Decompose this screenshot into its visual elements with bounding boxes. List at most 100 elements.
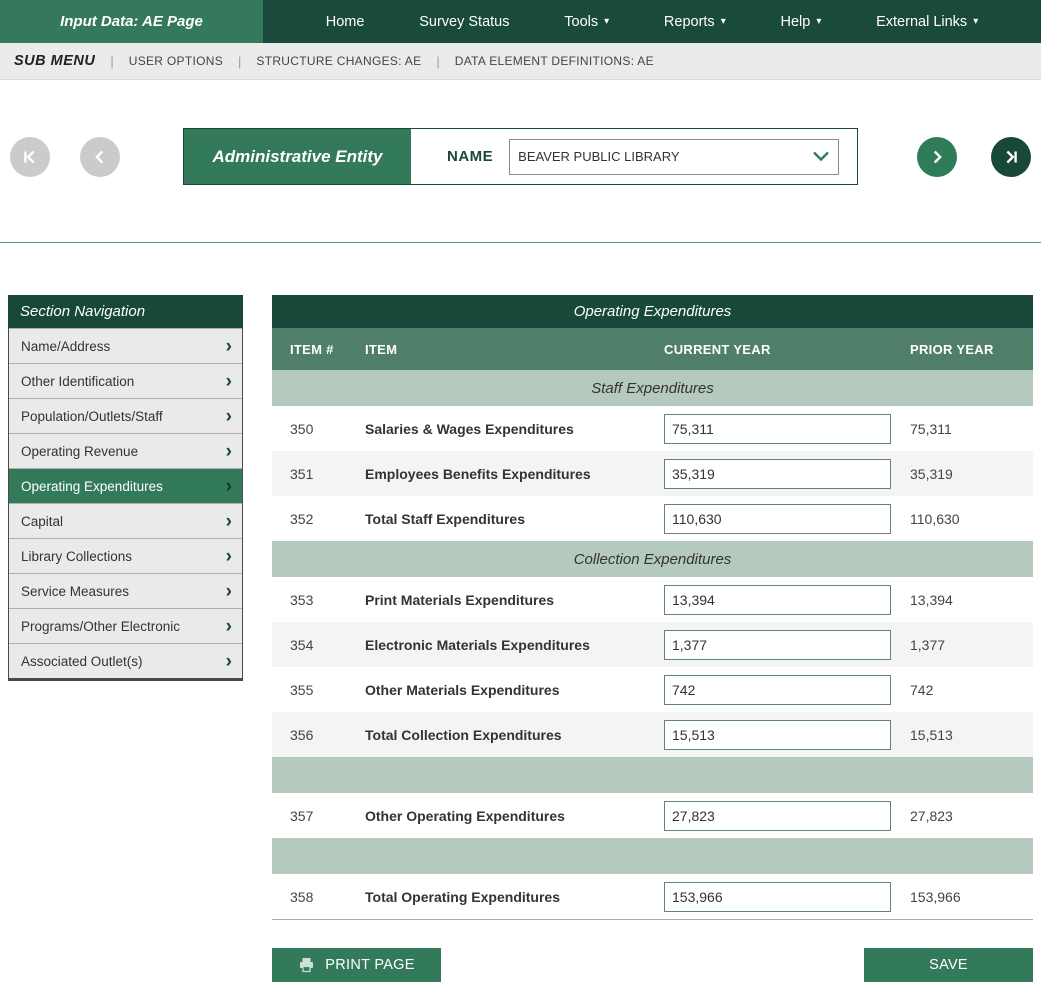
name-label: NAME <box>447 148 493 165</box>
table-row: 351Employees Benefits Expenditures35,319 <box>272 451 1033 496</box>
current-year-input[interactable] <box>664 414 891 444</box>
sidebar-item-operating-expenditures[interactable]: Operating Expenditures › <box>9 468 242 503</box>
table-body: Staff Expenditures350Salaries & Wages Ex… <box>272 370 1033 919</box>
nav-item-label: Help <box>780 14 810 30</box>
chevron-right-icon: › <box>226 477 232 496</box>
section-header-row: Collection Expenditures <box>272 541 1033 577</box>
table-row: 353Print Materials Expenditures13,394 <box>272 577 1033 622</box>
submenu-item-structure-changes-ae[interactable]: STRUCTURE CHANGES: AE <box>256 54 421 68</box>
submenu-items: | USER OPTIONS | STRUCTURE CHANGES: AE | DATA… <box>110 54 654 69</box>
sidebar-item-population-outlets-staff[interactable]: Population/Outlets/Staff › <box>9 398 242 433</box>
current-year-input[interactable] <box>664 585 891 615</box>
chevron-right-icon: › <box>226 337 232 356</box>
current-year-cell <box>664 504 910 534</box>
nav-item-external-links[interactable]: External Links▾ <box>876 14 978 30</box>
current-year-cell <box>664 414 910 444</box>
item-number: 350 <box>272 421 365 437</box>
active-page-tab[interactable]: Input Data: AE Page <box>0 0 263 43</box>
separator: | <box>110 54 113 69</box>
submenu-item-data-element-definitions-ae[interactable]: DATA ELEMENT DEFINITIONS: AE <box>455 54 654 68</box>
item-number: 357 <box>272 808 365 824</box>
prior-year-value: 110,630 <box>910 511 1033 527</box>
table-row: 355Other Materials Expenditures742 <box>272 667 1033 712</box>
prior-year-value: 153,966 <box>910 889 1033 905</box>
first-record-button[interactable] <box>10 137 50 177</box>
separator: | <box>436 54 439 69</box>
chevron-right-icon: › <box>226 372 232 391</box>
next-record-button[interactable] <box>917 137 957 177</box>
item-name: Employees Benefits Expenditures <box>365 466 664 482</box>
submenu-item-user-options[interactable]: USER OPTIONS <box>129 54 223 68</box>
nav-item-label: Home <box>326 14 365 30</box>
print-page-button[interactable]: PRINT PAGE <box>272 948 441 982</box>
nav-item-help[interactable]: Help▾ <box>780 14 821 30</box>
sidebar-item-label: Service Measures <box>21 584 129 599</box>
sub-menu-bar: SUB MENU |USER OPTIONS|STRUCTURE CHANGES… <box>0 43 1041 80</box>
prior-year-value: 1,377 <box>910 637 1033 653</box>
current-year-input[interactable] <box>664 630 891 660</box>
sidebar-item-label: Programs/Other Electronic <box>21 619 180 634</box>
chevron-right-icon <box>926 146 948 168</box>
sidebar-item-label: Other Identification <box>21 374 134 389</box>
separator: | <box>238 54 241 69</box>
sidebar-item-capital[interactable]: Capital› <box>9 503 242 538</box>
print-page-label: PRINT PAGE <box>325 957 414 973</box>
item-name: Total Operating Expenditures <box>365 889 664 905</box>
spacer-row <box>272 757 1033 793</box>
chevron-right-icon: › <box>226 442 232 461</box>
nav-item-tools[interactable]: Tools▾ <box>564 14 609 30</box>
selected-entity-name: BEAVER PUBLIC LIBRARY <box>518 149 679 164</box>
sidebar-item-label: Population/Outlets/Staff <box>21 409 163 424</box>
item-name: Other Operating Expenditures <box>365 808 664 824</box>
chevron-right-icon: › <box>226 407 232 426</box>
printer-icon <box>298 957 315 973</box>
item-number: 358 <box>272 889 365 905</box>
entity-name-select[interactable]: BEAVER PUBLIC LIBRARY <box>509 139 839 175</box>
chevron-down-icon <box>812 151 830 162</box>
sidebar-item-programs-other-electronic[interactable]: Programs/Other Electronic› <box>9 608 242 643</box>
current-year-cell <box>664 675 910 705</box>
sidebar-item-other-identification[interactable]: Other Identification › <box>9 363 242 398</box>
current-year-cell <box>664 585 910 615</box>
section-header-row: Staff Expenditures <box>272 370 1033 406</box>
current-year-cell <box>664 630 910 660</box>
current-year-input[interactable] <box>664 882 891 912</box>
nav-item-home[interactable]: Home <box>326 14 365 30</box>
current-year-input[interactable] <box>664 504 891 534</box>
sidebar-item-library-collections[interactable]: Library Collections› <box>9 538 242 573</box>
prior-year-value: 742 <box>910 682 1033 698</box>
last-record-button[interactable] <box>991 137 1031 177</box>
item-number: 354 <box>272 637 365 653</box>
chevron-right-icon: › <box>226 512 232 531</box>
sidebar-item-label: Operating Expenditures <box>21 479 163 494</box>
table-title: Operating Expenditures <box>272 295 1033 328</box>
current-year-input[interactable] <box>664 801 891 831</box>
column-header-item: ITEM # <box>272 342 365 357</box>
prior-year-value: 13,394 <box>910 592 1033 608</box>
current-year-cell <box>664 720 910 750</box>
sidebar-item-name-address[interactable]: Name/Address› <box>9 328 242 363</box>
table-row: 350Salaries & Wages Expenditures75,311 <box>272 406 1033 451</box>
current-year-input[interactable] <box>664 459 891 489</box>
topnav-items: HomeSurvey StatusTools▾Reports▾Help▾Exte… <box>263 0 1041 43</box>
save-button[interactable]: SAVE <box>864 948 1033 982</box>
current-year-input[interactable] <box>664 675 891 705</box>
chevron-left-icon <box>89 146 111 168</box>
nav-item-reports[interactable]: Reports▾ <box>664 14 726 30</box>
table-row: 357Other Operating Expenditures27,823 <box>272 793 1033 838</box>
item-name: Other Materials Expenditures <box>365 682 664 698</box>
sidebar-item-operating-revenue[interactable]: Operating Revenue› <box>9 433 242 468</box>
item-name: Total Collection Expenditures <box>365 727 664 743</box>
table-header-row: ITEM #ITEMCURRENT YEARPRIOR YEAR <box>272 328 1033 370</box>
nav-item-survey-status[interactable]: Survey Status <box>419 14 509 30</box>
previous-record-button[interactable] <box>80 137 120 177</box>
current-year-input[interactable] <box>664 720 891 750</box>
spacer-row <box>272 838 1033 874</box>
dropdown-caret-icon: ▾ <box>973 17 978 27</box>
main-content: Section Navigation Name/Address›Other Id… <box>0 295 1041 920</box>
sidebar-item-service-measures[interactable]: Service Measures› <box>9 573 242 608</box>
column-header-current-year: CURRENT YEAR <box>664 342 910 357</box>
sidebar-item-associated-outlet-s[interactable]: Associated Outlet(s)› <box>9 643 242 678</box>
item-name: Print Materials Expenditures <box>365 592 664 608</box>
item-number: 351 <box>272 466 365 482</box>
